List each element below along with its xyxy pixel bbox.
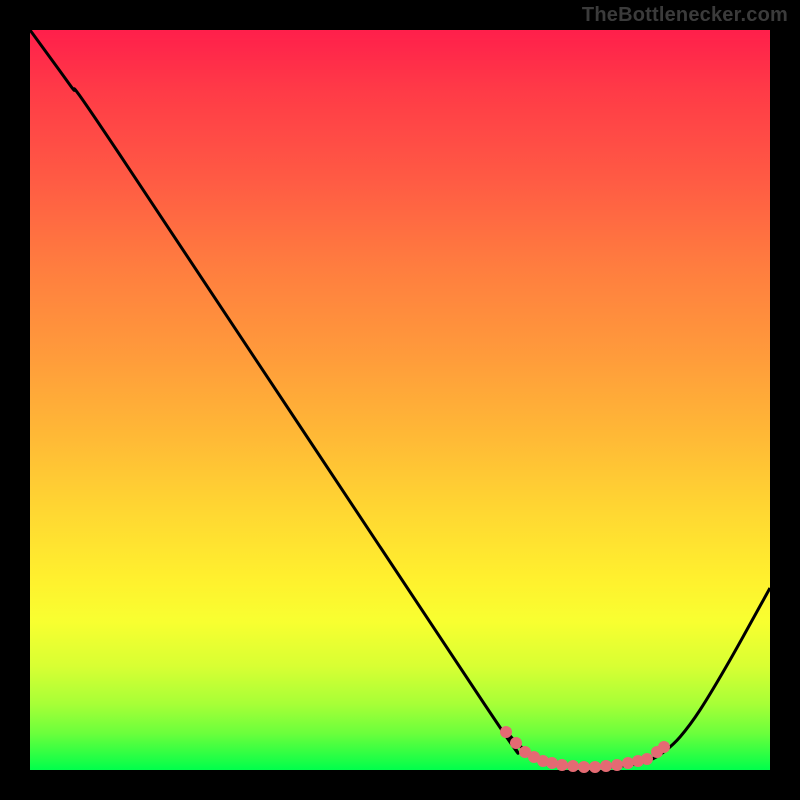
pink-dot bbox=[567, 760, 579, 772]
pink-dot bbox=[510, 737, 522, 749]
pink-dot bbox=[556, 759, 568, 771]
attribution-text: TheBottlenecker.com bbox=[582, 4, 788, 27]
pink-dot bbox=[546, 757, 558, 769]
pink-dot bbox=[578, 761, 590, 773]
pink-dot bbox=[622, 757, 634, 769]
pink-dot bbox=[500, 726, 512, 738]
chart-plot-area bbox=[30, 30, 770, 770]
outer-frame: TheBottlenecker.com bbox=[0, 0, 800, 800]
chart-svg bbox=[30, 30, 770, 770]
pink-dot bbox=[611, 759, 623, 771]
pink-dot bbox=[658, 741, 670, 753]
black-curve bbox=[30, 30, 770, 767]
pink-dots bbox=[500, 726, 670, 773]
pink-dot bbox=[589, 761, 601, 773]
pink-dot bbox=[600, 760, 612, 772]
pink-dot bbox=[641, 753, 653, 765]
